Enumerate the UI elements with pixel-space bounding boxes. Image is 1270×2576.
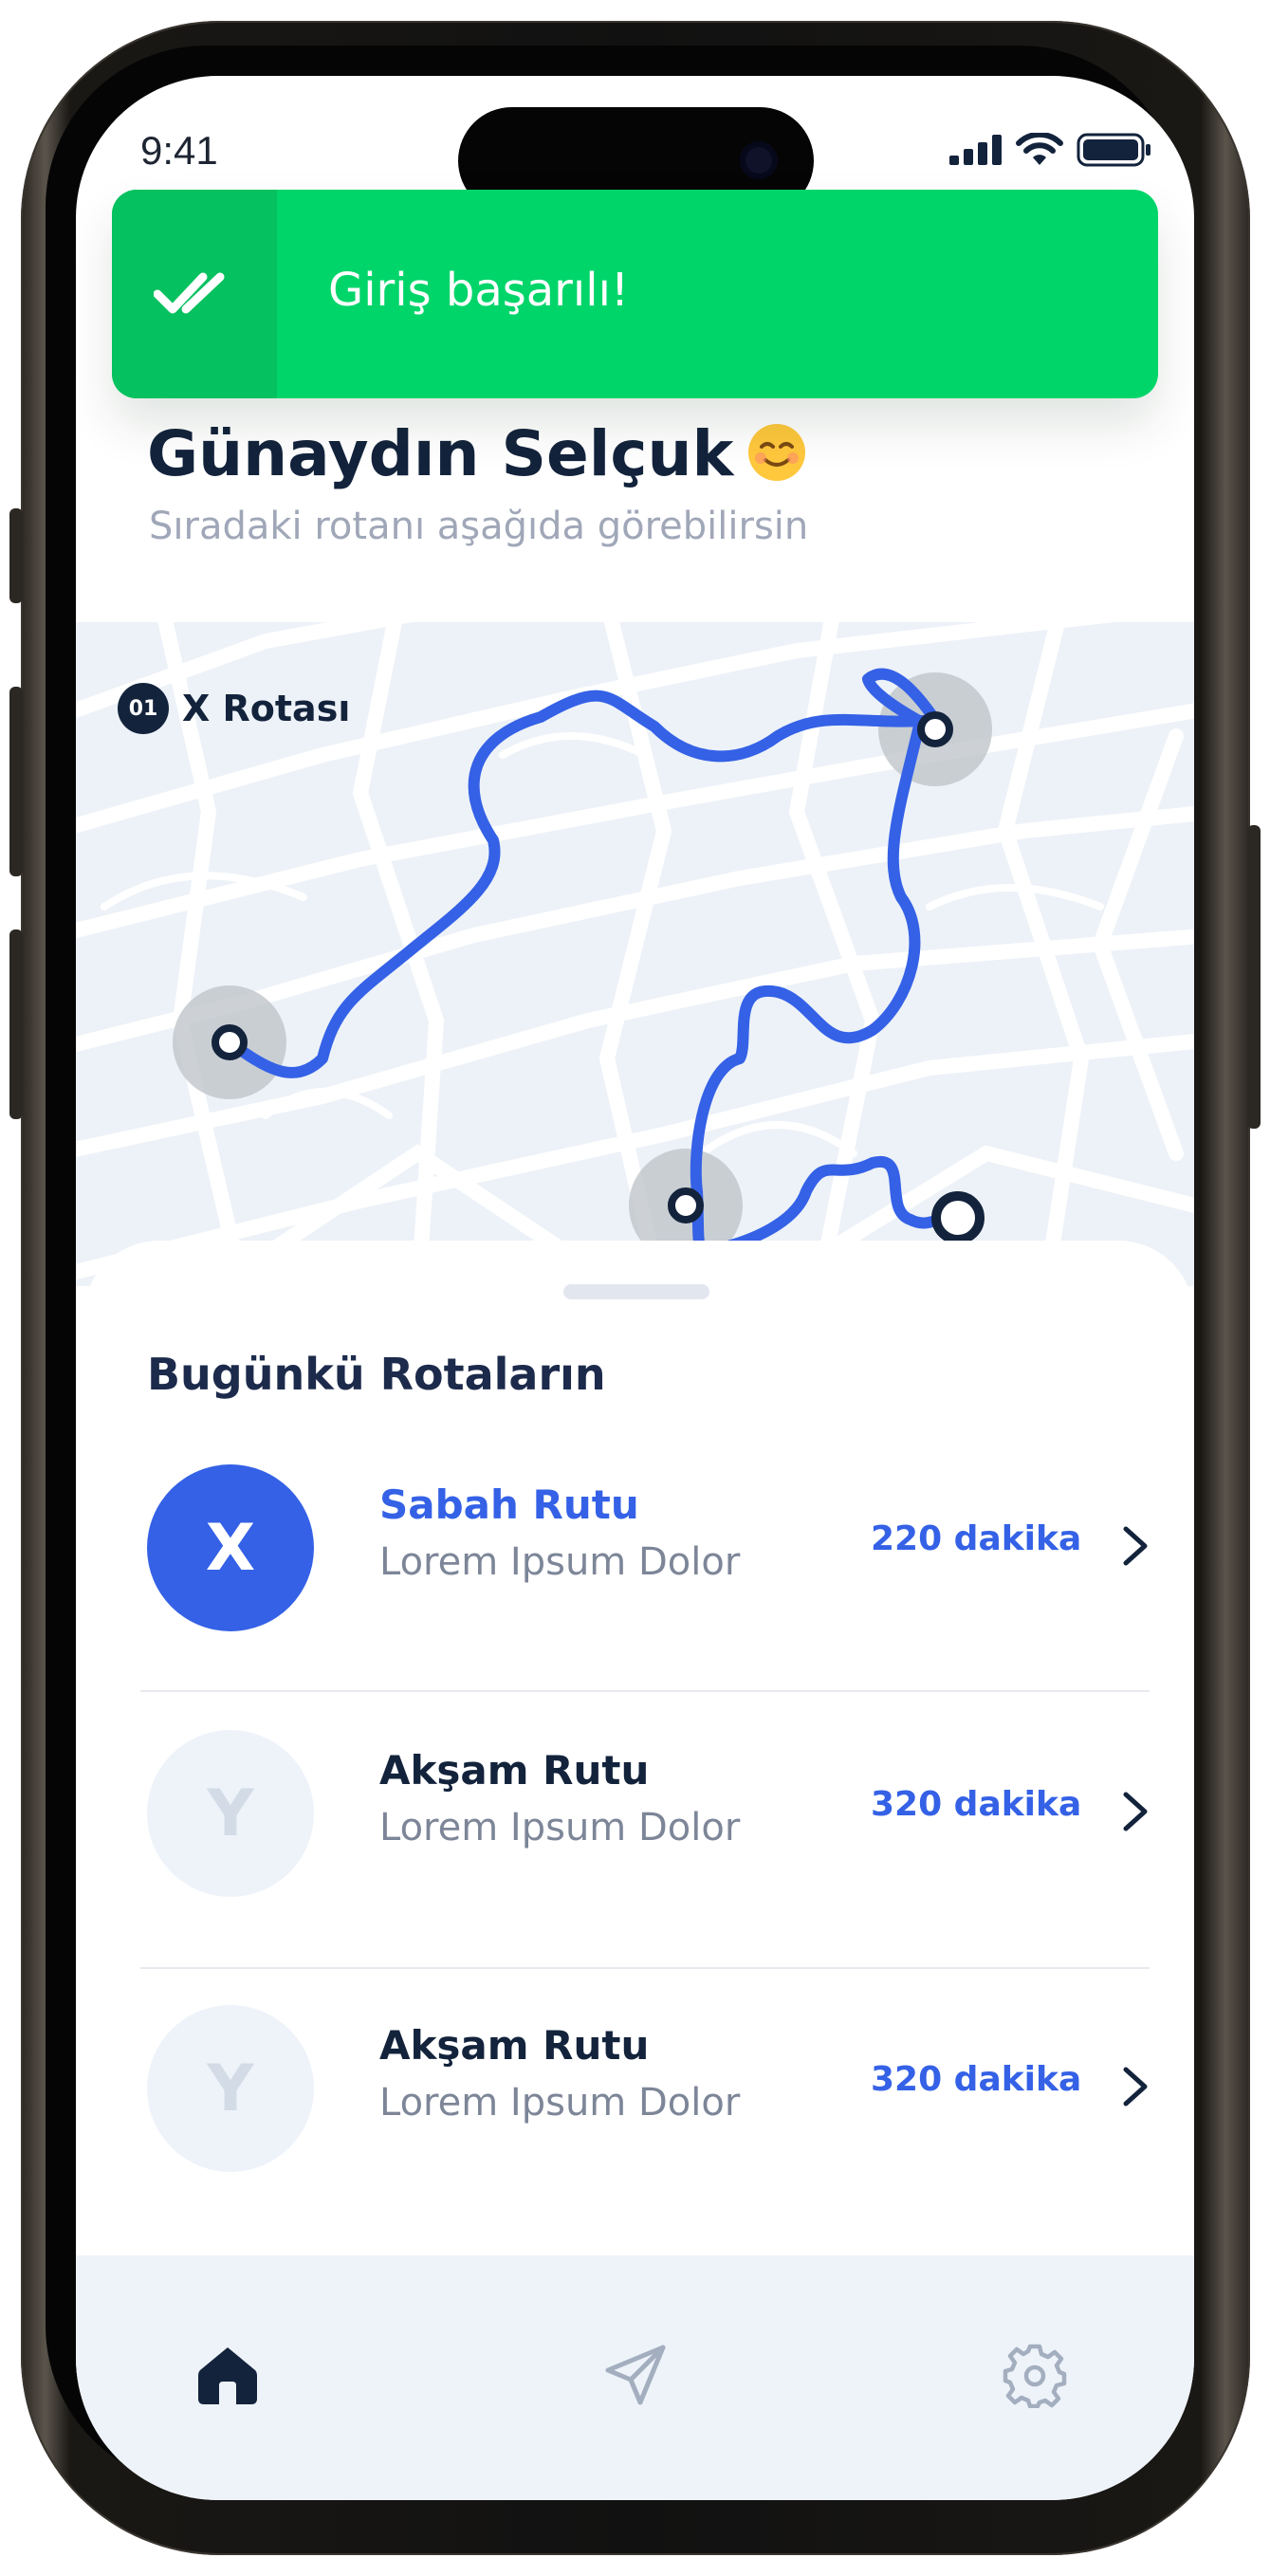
chevron-right-icon[interactable] [1116,1525,1154,1567]
power-button [1247,825,1261,1129]
tab-routes[interactable] [598,2337,673,2413]
route-duration: 320 dakika [871,1785,1082,1824]
status-icons [949,133,1152,167]
success-toast[interactable]: Giriş başarılı! [112,190,1158,398]
wifi-icon [1016,133,1063,165]
tab-bar [76,2255,1194,2500]
front-camera [740,141,778,179]
route-row-3[interactable]: Y Akşam Rutu Lorem Ipsum Dolor 320 dakik… [99,1967,1148,2195]
sheet-drag-handle[interactable] [563,1284,709,1299]
volume-down-button [9,929,23,1119]
route-name: X Rotası [182,688,351,729]
route-title: Sabah Rutu [379,1481,639,1528]
route-label: 01 X Rotası [118,683,350,734]
status-time: 9:41 [140,128,218,173]
greeting: Günaydın Selçuk [147,417,807,490]
double-check-icon [154,272,225,314]
greeting-subtitle: Sıradaki rotanı aşağıda görebilirsin [149,505,809,548]
greeting-text: Günaydın Selçuk [147,417,734,490]
settings-icon [1003,2344,1067,2408]
signal-icon [949,135,1002,165]
chevron-right-icon[interactable] [1116,1791,1154,1832]
smiling-face-emoji-icon [748,424,806,481]
route-avatar: Y [147,1730,314,1897]
route-description: Lorem Ipsum Dolor [379,1806,741,1849]
routes-sheet: Bugünkü Rotaların X Sabah Rutu Lorem Ips… [83,1241,1194,2284]
home-icon [198,2347,257,2404]
route-avatar: Y [147,2005,314,2172]
route-row-2[interactable]: Y Akşam Rutu Lorem Ipsum Dolor 320 dakik… [99,1692,1148,1920]
route-badge: 01 [118,683,169,734]
chevron-right-icon[interactable] [1116,2066,1154,2107]
toast-message: Giriş başarılı! [328,264,630,317]
route-description: Lorem Ipsum Dolor [379,2081,741,2125]
route-title: Akşam Rutu [379,1747,650,1794]
volume-up-button [9,687,23,876]
battery-icon [1077,133,1150,167]
route-title: Akşam Rutu [379,2022,650,2069]
route-duration: 320 dakika [871,2060,1082,2099]
send-icon [605,2345,666,2405]
tab-home[interactable] [190,2337,266,2413]
app-screen: 9:41 Günaydın Selçuk Sıradaki rotanı aşa… [76,76,1194,2500]
route-row-1[interactable]: X Sabah Rutu Lorem Ipsum Dolor 220 dakik… [99,1426,1148,1654]
silent-switch [9,508,23,603]
route-avatar: X [147,1464,314,1631]
tab-settings[interactable] [997,2337,1073,2413]
route-duration: 220 dakika [871,1519,1082,1558]
toast-icon-box [112,190,277,398]
route-map[interactable]: 01 X Rotası [76,622,1194,1286]
route-description: Lorem Ipsum Dolor [379,1540,741,1584]
sheet-title: Bugünkü Rotaların [147,1349,606,1400]
